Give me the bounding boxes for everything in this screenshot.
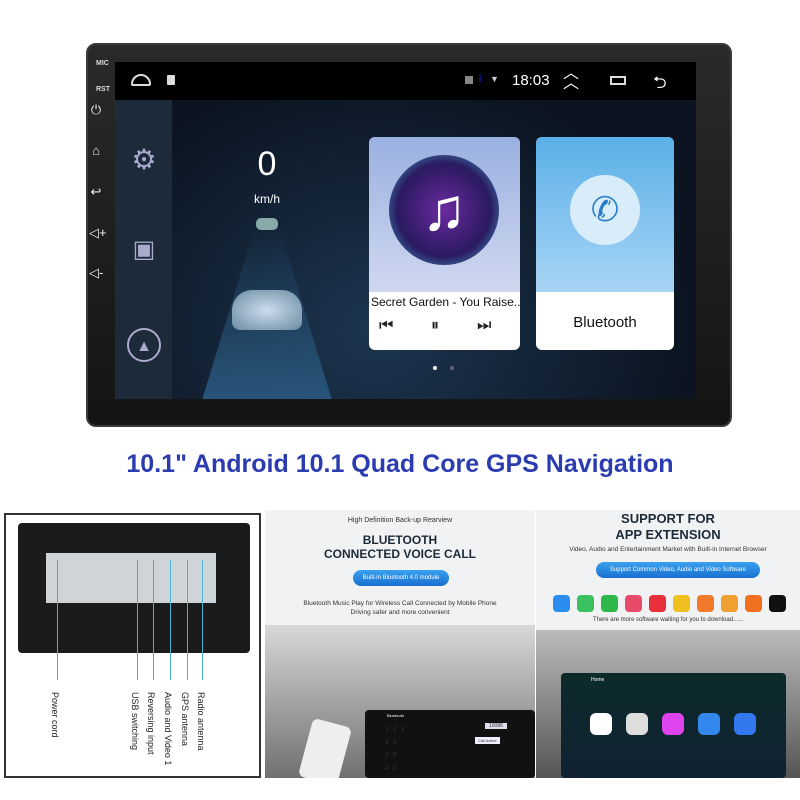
port-label: Radio antenna — [196, 692, 206, 751]
music-card[interactable]: ♫ Secret Garden - You Raise... ⏮ ⏸ ⏭ — [369, 137, 520, 350]
port-label: Audio and Video 1 — [163, 692, 173, 766]
apps-panel: SUPPORT FOR APP EXTENSION Video, Audio a… — [536, 510, 800, 778]
dial-number: 10086 — [485, 723, 507, 729]
headline: 10.1" Android 10.1 Quad Core GPS Navigat… — [126, 450, 674, 478]
keypad: 1 2 3 4 5 7 8 # 0 — [385, 723, 445, 775]
power-icon[interactable]: ⏻ — [89, 102, 103, 118]
bluetooth-panel: High Definition Back-up Rearview BLUETOO… — [265, 510, 535, 778]
port-label: Power cord — [50, 692, 60, 738]
bluetooth-label: Bluetooth — [573, 314, 637, 331]
footer-text: There are more software waiting for you … — [592, 617, 744, 623]
home-app-icon — [590, 713, 612, 735]
bluetooth-phone-icon: ✆ — [570, 175, 640, 245]
notification-icon — [167, 75, 175, 85]
apps-grid-icon[interactable]: ▣ — [127, 233, 161, 267]
recent-apps-icon[interactable] — [610, 76, 626, 85]
app-icon — [745, 595, 762, 612]
page-dot-active[interactable] — [433, 366, 437, 370]
rst-label: RST — [96, 86, 110, 93]
dialer-screen: Bluetooth 10086 Call Active 1 2 3 4 5 7 … — [365, 710, 535, 778]
call-status: Call Active — [475, 737, 500, 744]
car-ahead-icon — [256, 218, 278, 230]
sidebar: ⚙ ▣ ▲ — [115, 100, 172, 399]
key[interactable]: # — [385, 765, 389, 772]
app-icon — [625, 595, 642, 612]
app-icon — [697, 595, 714, 612]
home-icon[interactable] — [131, 74, 151, 86]
status-bar: ᛒ ▼ 18:03 ︿ ︿ ⮌ — [115, 62, 696, 100]
software-pill: Support Common Video, Audio and Video So… — [596, 562, 760, 578]
cable-line — [202, 560, 203, 680]
panel-title: SUPPORT FOR — [621, 511, 715, 526]
no-sim-icon — [465, 76, 473, 84]
bluetooth-card[interactable]: ✆ Bluetooth — [536, 137, 674, 350]
bluetooth-module-pill: Built-in Bluetooth 4.0 module — [353, 570, 449, 586]
key[interactable]: 2 — [393, 726, 397, 733]
rear-ports — [46, 553, 216, 603]
screen-title: Home — [591, 677, 605, 683]
key[interactable]: 1 — [385, 726, 389, 733]
app-icon — [673, 595, 690, 612]
home-app-icon — [734, 713, 756, 735]
wifi-icon: ▼ — [490, 74, 499, 84]
music-note-icon: ♫ — [389, 155, 499, 265]
car-icon — [232, 290, 302, 330]
app-icon — [649, 595, 666, 612]
page-dot[interactable] — [450, 366, 454, 370]
description: Bluetooth Music Play for Wireless Call C… — [303, 600, 497, 607]
pause-icon[interactable]: ⏸ — [431, 317, 439, 335]
panel-title: CONNECTED VOICE CALL — [323, 547, 476, 561]
key[interactable]: 4 — [385, 739, 389, 746]
panel-title: BLUETOOTH — [362, 533, 438, 547]
cable-line — [153, 560, 154, 680]
track-title: Secret Garden - You Raise... — [371, 295, 520, 309]
home-icon[interactable]: ⌂ — [89, 143, 103, 158]
subtitle: Video, Audio and Entertainment Market wi… — [569, 546, 767, 553]
key[interactable]: 8 — [393, 752, 397, 759]
cable-line — [137, 560, 138, 680]
volume-down-icon[interactable]: ◁- — [89, 265, 103, 281]
speed-value: 0 — [257, 145, 277, 183]
volume-up-icon[interactable]: ◁+ — [89, 225, 107, 241]
navigation-icon[interactable]: ▲ — [127, 328, 161, 362]
home-app-icon — [662, 713, 684, 735]
app-icon — [553, 595, 570, 612]
app-icon — [577, 595, 594, 612]
bluetooth-icon: ᛒ — [478, 74, 484, 85]
settings-icon[interactable]: ⚙ — [127, 143, 161, 177]
back-icon[interactable]: ⮌ — [653, 70, 667, 99]
key[interactable]: 7 — [385, 752, 389, 759]
key[interactable]: 0 — [393, 765, 397, 772]
tagline: High Definition Back-up Rearview — [347, 517, 453, 524]
speed-unit: km/h — [253, 192, 280, 206]
app-icon — [769, 595, 786, 612]
app-icon — [601, 595, 618, 612]
app-icon — [721, 595, 738, 612]
cable-line — [187, 560, 188, 680]
next-icon[interactable]: ⏭ — [477, 317, 491, 335]
speed-panel: 0 km/h — [172, 100, 362, 399]
home-app-icon — [698, 713, 720, 735]
mic-label: MIC — [96, 60, 109, 67]
panel-title: APP EXTENSION — [615, 527, 721, 542]
cable-line — [57, 560, 58, 680]
clock: 18:03 — [512, 72, 550, 89]
cable-line — [170, 560, 171, 680]
home-app-icon — [626, 713, 648, 735]
chevron-up-icon[interactable]: ︿ ︿ — [563, 66, 579, 92]
screen-title: Bluetooth — [387, 713, 404, 718]
port-label: Reversing input — [146, 692, 156, 755]
key[interactable]: 5 — [393, 739, 397, 746]
previous-icon[interactable]: ⏮ — [379, 317, 393, 335]
screen: ᛒ ▼ 18:03 ︿ ︿ ⮌ ⚙ ▣ ▲ 0 km/h ♫ Secret Gar… — [115, 62, 696, 399]
description: Driving safer and more convenient — [350, 609, 450, 616]
key[interactable]: 3 — [401, 726, 405, 733]
port-label: GPS antenna — [180, 692, 190, 747]
back-icon[interactable]: ↩ — [89, 184, 103, 200]
port-label: USB switching — [130, 692, 140, 751]
